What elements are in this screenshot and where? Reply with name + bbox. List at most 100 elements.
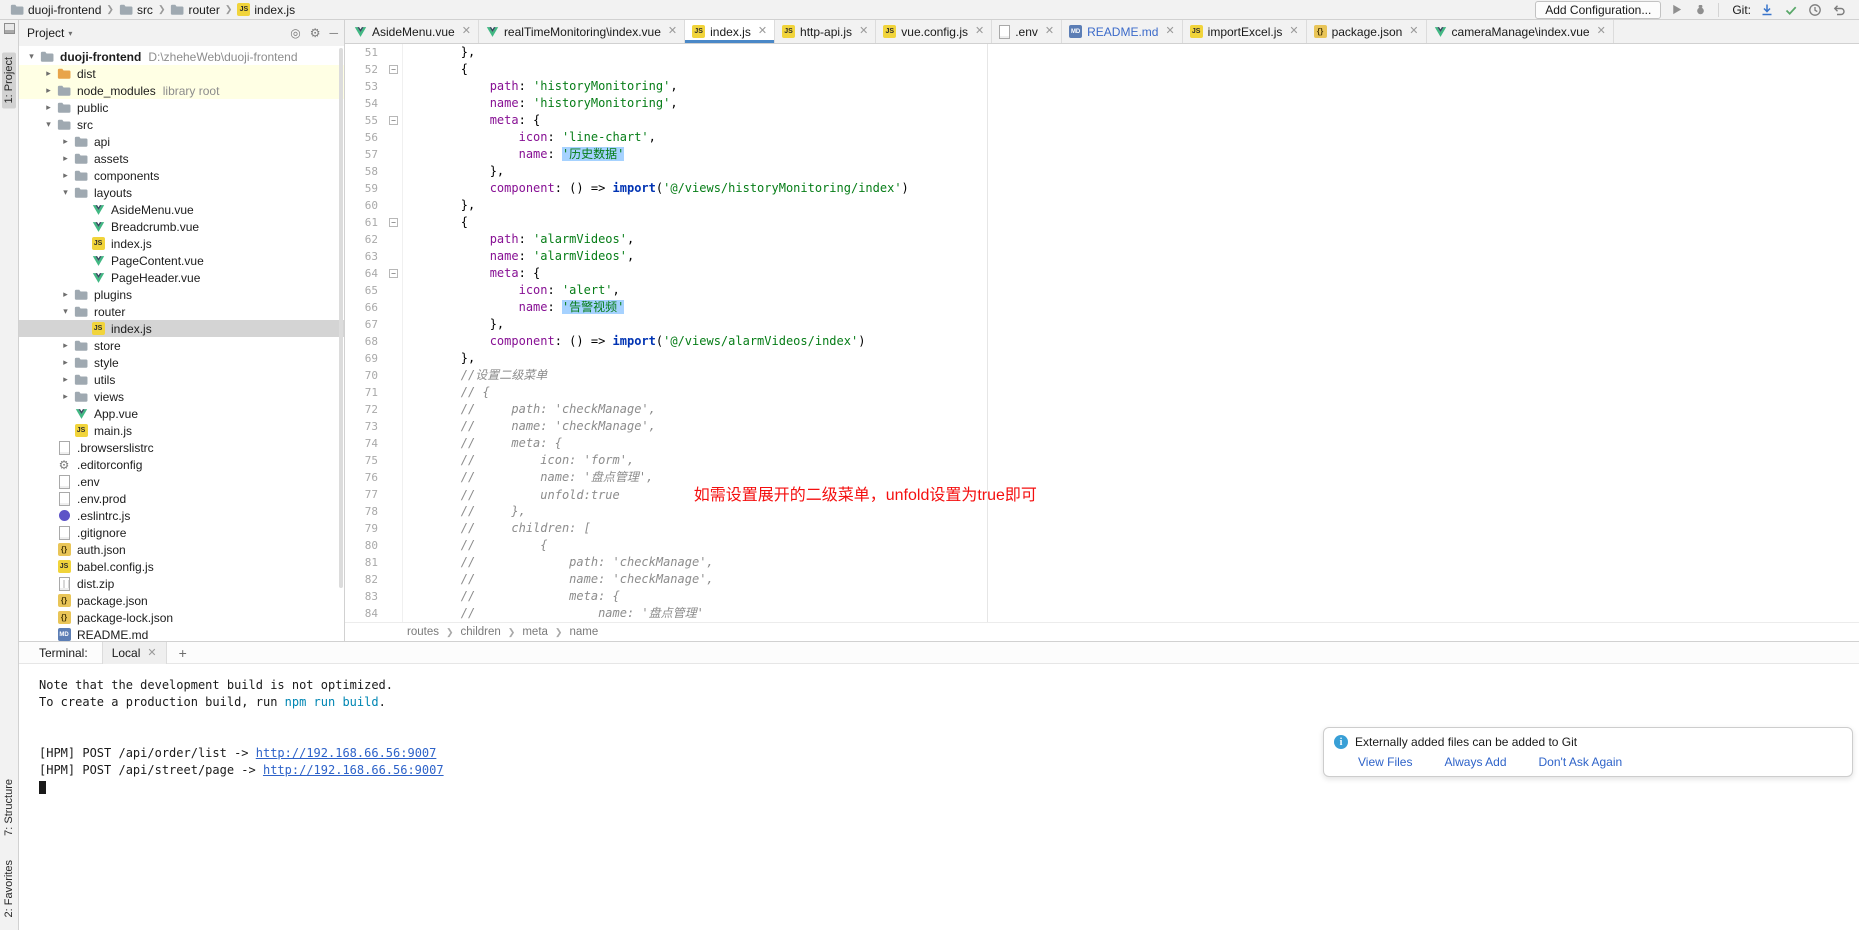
notification-action-link[interactable]: Always Add [1444, 755, 1506, 769]
code-line[interactable]: 63 name: 'alarmVideos', [345, 248, 1859, 265]
chevron-icon[interactable]: ▾ [42, 119, 55, 130]
chevron-icon[interactable]: ▸ [59, 136, 72, 147]
chevron-icon[interactable]: ▸ [59, 374, 72, 385]
tree-item[interactable]: .env.prod [19, 490, 344, 507]
chevron-icon[interactable]: ▸ [59, 340, 72, 351]
tree-item[interactable]: PageContent.vue [19, 252, 344, 269]
tree-item[interactable]: JSbabel.config.js [19, 558, 344, 575]
code-line[interactable]: 59 component: () => import('@/views/hist… [345, 180, 1859, 197]
editor-tab[interactable]: MDREADME.md✕ [1062, 20, 1183, 43]
tree-item[interactable]: .eslintrc.js [19, 507, 344, 524]
close-icon[interactable]: ✕ [147, 646, 156, 659]
code-line[interactable]: 64− meta: { [345, 265, 1859, 282]
code-line[interactable]: 57 name: '历史数据' [345, 146, 1859, 163]
chevron-down-icon[interactable]: ▾ [68, 29, 72, 38]
code-line[interactable]: 61− { [345, 214, 1859, 231]
editor-tab[interactable]: realTimeMonitoring\index.vue✕ [479, 20, 685, 43]
code-line[interactable]: 84 // name: '盘点管理' [345, 605, 1859, 622]
terminal-link[interactable]: http://192.168.66.56:9007 [256, 746, 437, 760]
close-icon[interactable]: ✕ [1597, 26, 1606, 37]
code-line[interactable]: 76 // name: '盘点管理', [345, 469, 1859, 486]
notification-action-link[interactable]: View Files [1358, 755, 1412, 769]
editor-tab[interactable]: JSindex.js✕ [685, 20, 775, 43]
fold-icon[interactable]: − [389, 218, 398, 227]
chevron-icon[interactable]: ▸ [42, 68, 55, 79]
code-line[interactable]: 65 icon: 'alert', [345, 282, 1859, 299]
terminal-output[interactable]: Note that the development build is not o… [19, 664, 1859, 930]
code-editor[interactable]: 51 },52− {53 path: 'historyMonitoring', 5… [345, 44, 1859, 622]
git-commit-icon[interactable] [1782, 1, 1799, 18]
breadcrumb-item[interactable]: JSindex.js [235, 3, 297, 17]
code-line[interactable]: 62 path: 'alarmVideos', [345, 231, 1859, 248]
code-line[interactable]: 55− meta: { [345, 112, 1859, 129]
close-icon[interactable]: ✕ [1289, 26, 1298, 37]
code-line[interactable]: 53 path: 'historyMonitoring', [345, 78, 1859, 95]
fold-icon[interactable]: − [389, 65, 398, 74]
tree-item[interactable]: ▾router [19, 303, 344, 320]
close-icon[interactable]: ✕ [859, 26, 868, 37]
tree-item[interactable]: ▾layouts [19, 184, 344, 201]
run-icon[interactable] [1668, 1, 1685, 18]
tree-item[interactable]: ▸dist [19, 65, 344, 82]
code-line[interactable]: 66 name: '告警视频' [345, 299, 1859, 316]
code-line[interactable]: 78 // }, [345, 503, 1859, 520]
breadcrumb-segment[interactable]: name [569, 626, 598, 638]
hide-panel-icon[interactable]: ─ [329, 27, 338, 39]
chevron-icon[interactable]: ▸ [59, 391, 72, 402]
tree-item[interactable]: ▸api [19, 133, 344, 150]
editor-tab[interactable]: JSimportExcel.js✕ [1183, 20, 1307, 43]
tree-item[interactable]: MDREADME.md [19, 626, 344, 641]
chevron-icon[interactable]: ▾ [25, 51, 38, 62]
tree-item[interactable]: ▸views [19, 388, 344, 405]
code-line[interactable]: 71 // { [345, 384, 1859, 401]
code-line[interactable]: 72 // path: 'checkManage', [345, 401, 1859, 418]
chevron-icon[interactable]: ▾ [59, 306, 72, 317]
code-line[interactable]: 58 }, [345, 163, 1859, 180]
tree-item[interactable]: ▸components [19, 167, 344, 184]
breadcrumb-segment[interactable]: meta [522, 626, 548, 638]
project-scrollbar[interactable] [339, 48, 343, 588]
code-line[interactable]: 75 // icon: 'form', [345, 452, 1859, 469]
tree-item[interactable]: ▸store [19, 337, 344, 354]
chevron-icon[interactable]: ▸ [59, 153, 72, 164]
tree-item[interactable]: ▸plugins [19, 286, 344, 303]
code-line[interactable]: 68 component: () => import('@/views/alar… [345, 333, 1859, 350]
close-icon[interactable]: ✕ [462, 26, 471, 37]
tree-item[interactable]: .env [19, 473, 344, 490]
breadcrumb-segment[interactable]: routes [407, 626, 439, 638]
editor-tab[interactable]: {}package.json✕ [1307, 20, 1427, 43]
code-line[interactable]: 74 // meta: { [345, 435, 1859, 452]
tree-item[interactable]: JSmain.js [19, 422, 344, 439]
tool-button-favorites[interactable]: 2: Favorites [2, 855, 16, 922]
tree-item[interactable]: ▾duoji-frontendD:\zheheWeb\duoji-fronten… [19, 48, 344, 65]
chevron-icon[interactable]: ▸ [59, 357, 72, 368]
editor-tab[interactable]: JShttp-api.js✕ [775, 20, 876, 43]
code-line[interactable]: 52− { [345, 61, 1859, 78]
tool-button-project[interactable]: 1: Project [2, 52, 16, 108]
tree-item[interactable]: Breadcrumb.vue [19, 218, 344, 235]
code-line[interactable]: 82 // name: 'checkManage', [345, 571, 1859, 588]
breadcrumb-item[interactable]: duoji-frontend [8, 3, 103, 17]
code-line[interactable]: 73 // name: 'checkManage', [345, 418, 1859, 435]
tree-item[interactable]: ▸public [19, 99, 344, 116]
chevron-icon[interactable]: ▸ [42, 102, 55, 113]
locate-file-icon[interactable]: ◎ [290, 27, 300, 39]
tree-item[interactable]: App.vue [19, 405, 344, 422]
tree-item[interactable]: AsideMenu.vue [19, 201, 344, 218]
close-icon[interactable]: ✕ [1165, 26, 1174, 37]
close-icon[interactable]: ✕ [1409, 26, 1418, 37]
project-panel-title[interactable]: Project [27, 26, 64, 40]
code-line[interactable]: 67 }, [345, 316, 1859, 333]
tree-item[interactable]: ▾src [19, 116, 344, 133]
tree-item[interactable]: ▸assets [19, 150, 344, 167]
chevron-icon[interactable]: ▸ [42, 85, 55, 96]
code-line[interactable]: 69 }, [345, 350, 1859, 367]
tool-button-structure[interactable]: 7: Structure [2, 774, 16, 841]
new-terminal-icon[interactable]: + [171, 646, 195, 660]
code-line[interactable]: 51 }, [345, 44, 1859, 61]
tree-item[interactable]: PageHeader.vue [19, 269, 344, 286]
chevron-icon[interactable]: ▾ [59, 187, 72, 198]
chevron-icon[interactable]: ▸ [59, 289, 72, 300]
code-line[interactable]: 60 }, [345, 197, 1859, 214]
tree-item[interactable]: ▸style [19, 354, 344, 371]
